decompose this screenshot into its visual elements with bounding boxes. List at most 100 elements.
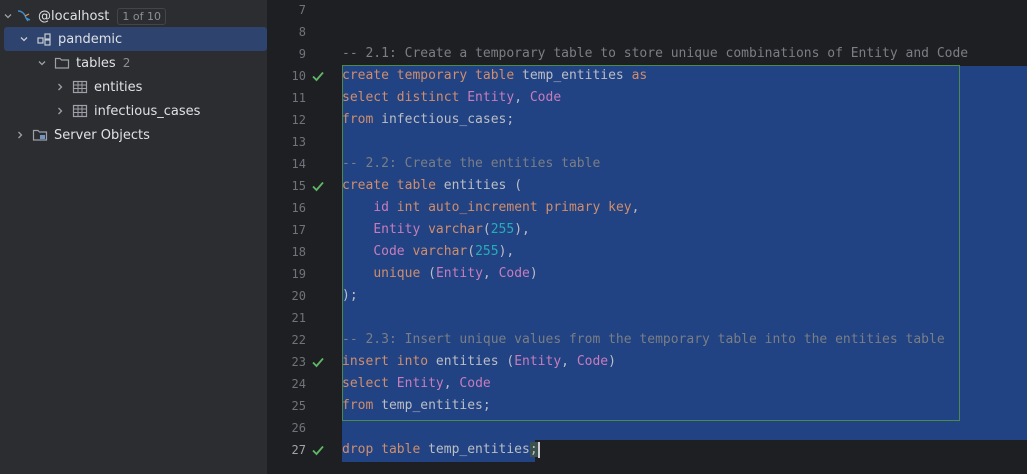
line-number: 8 bbox=[298, 25, 306, 39]
code-line[interactable]: ); bbox=[342, 285, 358, 307]
line-number: 16 bbox=[291, 201, 306, 215]
sql-identifier: , bbox=[482, 266, 499, 281]
table-icon bbox=[72, 103, 88, 119]
sql-field: Code bbox=[498, 266, 530, 281]
sql-identifier: ( bbox=[467, 244, 476, 259]
code-line[interactable]: create table entities ( bbox=[342, 175, 522, 197]
execution-success-icon[interactable] bbox=[311, 69, 325, 83]
sql-keyword: from bbox=[342, 112, 382, 127]
line-number: 12 bbox=[291, 113, 306, 127]
sql-keyword: select bbox=[342, 376, 397, 391]
line-number: 24 bbox=[291, 377, 306, 391]
code-line[interactable]: drop table temp_entities; bbox=[342, 439, 540, 461]
sql-identifier bbox=[342, 266, 373, 281]
table-label: infectious_cases bbox=[94, 103, 201, 119]
execution-success-icon[interactable] bbox=[311, 443, 325, 457]
line-number: 22 bbox=[291, 333, 306, 347]
sql-identifier: temp_entities bbox=[428, 442, 530, 457]
code-line[interactable]: -- 2.2: Create the entities table bbox=[342, 153, 600, 175]
chevron-right-icon[interactable] bbox=[52, 79, 68, 95]
code-line[interactable]: select Entity, Code bbox=[342, 373, 491, 395]
code-line[interactable]: select distinct Entity, Code bbox=[342, 87, 561, 109]
line-number: 27 bbox=[291, 443, 306, 457]
line-number: 18 bbox=[291, 245, 306, 259]
sql-keyword: insert into bbox=[342, 354, 436, 369]
sql-keyword: int auto_increment primary key bbox=[396, 200, 632, 215]
sql-identifier: ) bbox=[608, 354, 616, 369]
sql-keyword: drop table bbox=[342, 442, 429, 457]
chevron-down-icon[interactable] bbox=[34, 55, 50, 71]
code-line[interactable]: from infectious_cases; bbox=[342, 109, 514, 131]
sql-keyword: as bbox=[631, 68, 648, 83]
connection-badge[interactable]: 1 of 10 bbox=[117, 7, 166, 25]
sql-field: Entity bbox=[396, 376, 444, 391]
line-number: 13 bbox=[291, 135, 306, 149]
execution-success-icon[interactable] bbox=[311, 179, 325, 193]
sql-comment: -- 2.1: Create a temporary table to stor… bbox=[342, 46, 969, 61]
line-number: 21 bbox=[291, 311, 306, 325]
tree-node-pandemic[interactable]: pandemic bbox=[4, 27, 267, 51]
chevron-right-icon[interactable] bbox=[12, 127, 28, 143]
tree-node-localhost[interactable]: @localhost 1 of 10 bbox=[0, 4, 166, 28]
sql-field: id bbox=[373, 200, 397, 215]
code-line[interactable]: Code varchar(255), bbox=[342, 241, 514, 263]
code-line[interactable]: create temporary table temp_entities as bbox=[342, 65, 647, 87]
table-label: entities bbox=[94, 79, 143, 95]
sql-identifier bbox=[342, 200, 373, 215]
line-number: 14 bbox=[291, 157, 306, 171]
sql-identifier: temp_entities; bbox=[381, 398, 491, 413]
tree-node-table[interactable]: entities bbox=[52, 75, 142, 99]
code-line[interactable]: from temp_entities; bbox=[342, 395, 491, 417]
sql-keyword: create temporary table bbox=[342, 68, 523, 83]
server-objects-icon bbox=[32, 127, 48, 143]
line-number: 25 bbox=[291, 399, 306, 413]
code-line[interactable]: -- 2.1: Create a temporary table to stor… bbox=[342, 43, 968, 65]
sql-number: 255 bbox=[475, 244, 499, 259]
sql-identifier: entities ( bbox=[435, 354, 515, 369]
sql-identifier: temp_entities bbox=[522, 68, 632, 83]
sql-identifier: , bbox=[443, 376, 460, 391]
sql-keyword: create table bbox=[342, 178, 444, 193]
sql-field: Entity bbox=[435, 266, 483, 281]
line-number: 23 bbox=[291, 355, 306, 369]
line-number: 10 bbox=[291, 69, 306, 83]
code-line[interactable]: unique (Entity, Code) bbox=[342, 263, 538, 285]
execution-success-icon[interactable] bbox=[311, 355, 325, 369]
line-number: 11 bbox=[291, 91, 306, 105]
sql-identifier: ) bbox=[529, 266, 538, 281]
sql-identifier: infectious_cases; bbox=[381, 112, 515, 127]
tree-node-table[interactable]: infectious_cases bbox=[52, 99, 200, 123]
tables-count: 2 bbox=[122, 56, 131, 70]
sql-field: Entity bbox=[514, 354, 562, 369]
sql-identifier bbox=[342, 222, 373, 237]
folder-icon bbox=[54, 55, 70, 71]
sql-identifier: entities ( bbox=[443, 178, 523, 193]
sql-keyword: varchar bbox=[412, 244, 468, 259]
code-line[interactable]: insert into entities (Entity, Code) bbox=[342, 351, 616, 373]
tree-node-tables[interactable]: tables 2 bbox=[34, 51, 130, 75]
line-number: 19 bbox=[291, 267, 306, 281]
sql-keyword: select distinct bbox=[342, 90, 468, 105]
sql-identifier: , bbox=[631, 200, 640, 215]
sql-editor[interactable]: -- 2.1: Create a temporary table to stor… bbox=[342, 0, 1027, 474]
chevron-down-icon[interactable] bbox=[0, 8, 16, 24]
code-line[interactable]: -- 2.3: Insert unique values from the te… bbox=[342, 329, 945, 351]
code-line[interactable]: Entity varchar(255), bbox=[342, 219, 530, 241]
sql-identifier: ( bbox=[482, 222, 491, 237]
sql-comment: -- 2.2: Create the entities table bbox=[342, 156, 601, 171]
sql-identifier: ( bbox=[428, 266, 436, 281]
line-number: 15 bbox=[291, 179, 306, 193]
chevron-down-icon[interactable] bbox=[16, 31, 32, 47]
editor-gutter: 7 8 9 10 11 12 13 14 15 16 17 18 19 20 21 22 23 24 25 26 27 bbox=[268, 0, 342, 474]
chevron-right-icon[interactable] bbox=[52, 103, 68, 119]
sql-identifier: , bbox=[514, 90, 530, 105]
line-number: 7 bbox=[298, 3, 306, 17]
code-line[interactable]: id int auto_increment primary key, bbox=[342, 197, 639, 219]
sql-identifier: ); bbox=[342, 288, 358, 303]
tree-node-server-objects[interactable]: Server Objects bbox=[12, 123, 150, 147]
sql-identifier: ), bbox=[514, 222, 530, 237]
sql-field: Code bbox=[459, 376, 491, 391]
line-number: 17 bbox=[291, 223, 306, 237]
database-explorer: @localhost 1 of 10 pandemic tables 2 ent… bbox=[0, 0, 268, 474]
schema-label: pandemic bbox=[58, 31, 123, 47]
